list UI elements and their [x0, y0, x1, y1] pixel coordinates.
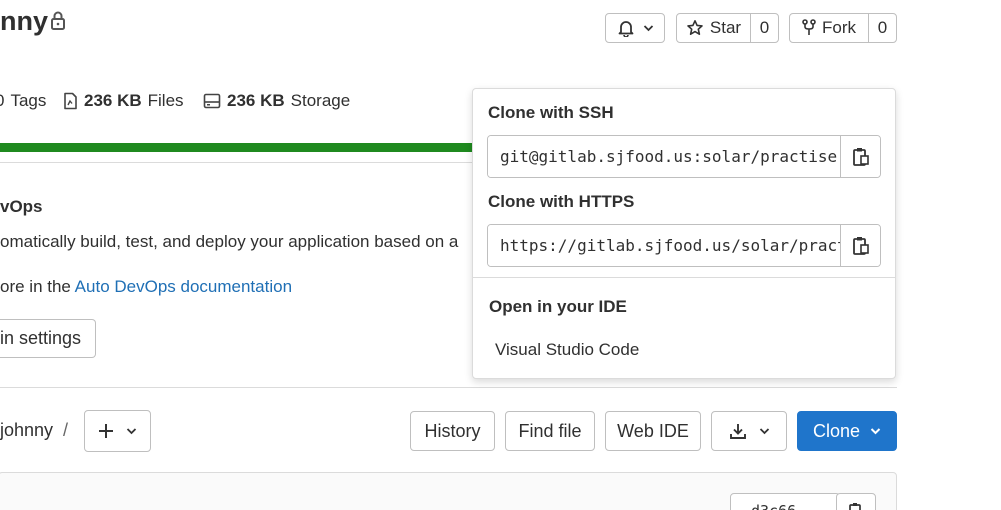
files-size: 236 KB	[84, 91, 142, 110]
storage-label: Storage	[290, 91, 351, 110]
find-file-label: Find file	[518, 420, 582, 441]
star-count[interactable]: 0	[750, 14, 778, 42]
file-icon	[63, 92, 78, 110]
copy-https-button[interactable]	[840, 225, 880, 266]
plus-icon	[98, 423, 114, 439]
project-title: nny	[0, 6, 49, 36]
copy-ssh-button[interactable]	[840, 136, 880, 177]
copy-sha-button[interactable]	[836, 493, 876, 510]
devops-more-prefix: ore in the	[0, 277, 75, 296]
web-ide-label: Web IDE	[617, 420, 689, 441]
web-ide-button[interactable]: Web IDE	[605, 411, 701, 451]
ssh-url-input[interactable]: git@gitlab.sjfood.us:solar/practise	[488, 136, 840, 177]
clone-button[interactable]: Clone	[797, 411, 897, 451]
enable-in-settings-button[interactable]: in settings	[0, 319, 96, 358]
ide-section-label: Open in your IDE	[489, 297, 627, 316]
clipboard-icon	[852, 146, 870, 168]
commit-sha-button[interactable]: d3c66	[730, 493, 840, 510]
history-button[interactable]: History	[410, 411, 495, 451]
https-url-input[interactable]: https://gitlab.sjfood.us/solar/practise	[488, 225, 840, 266]
devops-title: vOps	[0, 197, 43, 216]
commit-sha: d3c66	[751, 502, 796, 510]
fork-icon	[802, 19, 816, 37]
breadcrumb-project[interactable]: johnny	[0, 420, 53, 440]
storage-size: 236 KB	[227, 91, 285, 110]
storage-stat[interactable]: 236 KB Storage	[203, 91, 350, 111]
chevron-down-icon	[643, 24, 654, 32]
clone-dropdown-menu: Clone with SSH git@gitlab.sjfood.us:sola…	[472, 88, 896, 379]
chevron-down-icon	[759, 427, 770, 435]
https-url-group: https://gitlab.sjfood.us/solar/practise	[487, 224, 881, 267]
ssh-label: Clone with SSH	[488, 103, 614, 122]
star-label: Star	[709, 18, 742, 37]
https-label: Clone with HTTPS	[488, 192, 635, 211]
star-button-group[interactable]: Star 0	[676, 13, 779, 43]
lock-icon	[49, 10, 67, 32]
chevron-down-icon	[126, 427, 137, 435]
storage-icon	[203, 92, 221, 110]
panel-bottom-border	[0, 387, 897, 388]
clone-label: Clone	[812, 420, 861, 441]
find-file-button[interactable]: Find file	[505, 411, 595, 451]
dropdown-divider	[473, 277, 895, 278]
breadcrumb: johnny /	[0, 420, 68, 441]
settings-button-label: in settings	[0, 328, 81, 348]
devops-docs-link[interactable]: Auto DevOps documentation	[75, 277, 292, 296]
tags-label: Tags	[10, 91, 47, 110]
fork-count[interactable]: 0	[868, 14, 896, 42]
fork-label: Fork	[822, 18, 856, 37]
fork-button[interactable]: Fork	[790, 14, 868, 42]
ssh-url-group: git@gitlab.sjfood.us:solar/practise	[487, 135, 881, 178]
breadcrumb-separator: /	[63, 420, 69, 440]
download-dropdown[interactable]	[711, 411, 787, 451]
bell-icon	[617, 19, 635, 37]
devops-more-text: ore in the Auto DevOps documentation	[0, 277, 292, 297]
fork-button-group[interactable]: Fork 0	[789, 13, 897, 43]
star-button[interactable]: Star	[677, 14, 750, 42]
chevron-down-icon	[870, 427, 881, 435]
files-label: Files	[147, 91, 184, 110]
notifications-dropdown[interactable]	[605, 13, 665, 43]
tags-count: 0	[0, 91, 4, 111]
add-dropdown[interactable]	[84, 410, 151, 452]
download-icon	[729, 422, 747, 440]
tags-stat[interactable]: 0 Tags	[0, 91, 46, 111]
open-vscode-item[interactable]: Visual Studio Code	[495, 340, 639, 360]
files-stat[interactable]: 236 KB Files	[63, 91, 184, 111]
star-icon	[686, 19, 704, 37]
history-label: History	[424, 420, 481, 441]
devops-description: omatically build, test, and deploy your …	[0, 232, 459, 251]
clipboard-icon	[848, 501, 864, 510]
language-progress-bar	[0, 143, 472, 152]
divider	[0, 162, 472, 163]
clipboard-icon	[852, 235, 870, 257]
